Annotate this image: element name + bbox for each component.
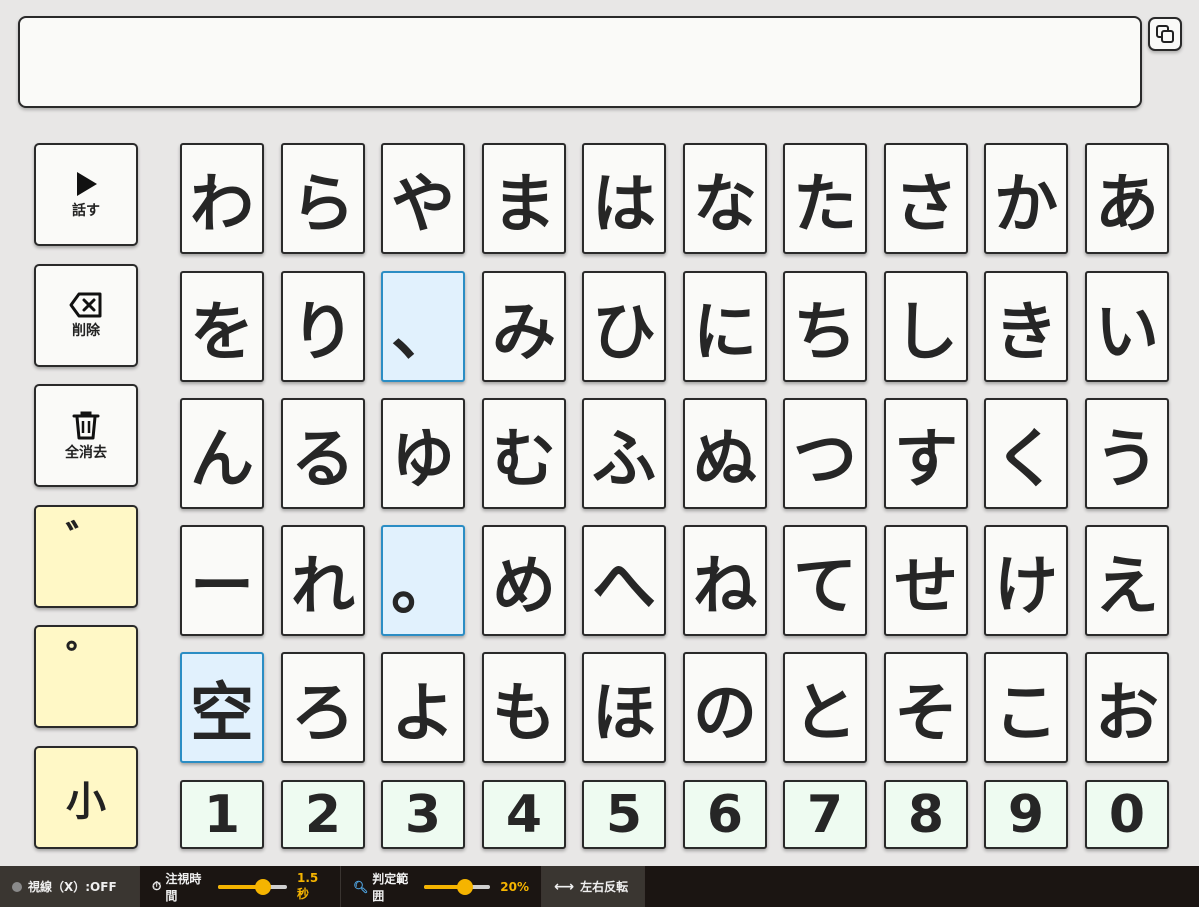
gaze-label: 視線（X）:OFF [28, 880, 117, 894]
flip-arrows-icon: ⟷ [554, 878, 575, 895]
kana-key[interactable]: 。 [381, 525, 465, 636]
kana-key[interactable]: く [984, 398, 1068, 509]
kana-key[interactable]: さ [884, 143, 968, 254]
speak-label: 話す [72, 202, 100, 219]
range-value: 20% [500, 879, 529, 894]
kana-key[interactable]: す [884, 398, 968, 509]
backspace-icon [69, 292, 102, 317]
kana-key[interactable]: り [281, 271, 365, 382]
magnifier-icon: 🔍︎ [353, 879, 369, 894]
kana-key[interactable]: と [783, 652, 867, 763]
number-key[interactable]: 4 [482, 780, 566, 849]
kana-key[interactable]: こ [984, 652, 1068, 763]
handakuten-button[interactable]: ゜ [34, 625, 138, 728]
small-kana-button[interactable]: 小 [34, 746, 138, 849]
dwell-slider-thumb[interactable] [254, 878, 271, 895]
output-text-area[interactable] [18, 16, 1142, 108]
range-label: 判定範囲 [372, 871, 409, 903]
copy-icon [1156, 25, 1174, 43]
kana-key[interactable]: え [1085, 525, 1169, 636]
gaze-status-dot [12, 881, 22, 892]
kana-key[interactable]: し [884, 271, 968, 382]
number-key[interactable]: 8 [884, 780, 968, 849]
kana-key[interactable]: い [1085, 271, 1169, 382]
kana-key[interactable]: る [281, 398, 365, 509]
kana-key[interactable]: ほ [582, 652, 666, 763]
dwell-value: 1.5秒 [297, 871, 319, 901]
dwell-label: 注視時間 [165, 871, 202, 903]
kana-key[interactable]: ね [683, 525, 767, 636]
kana-key[interactable]: せ [884, 525, 968, 636]
kana-key[interactable]: め [482, 525, 566, 636]
kana-key[interactable]: 、 [381, 271, 465, 382]
flip-label: 左右反転 [580, 880, 629, 894]
kana-key[interactable]: や [381, 143, 465, 254]
small-kana-label: 小 [66, 778, 106, 825]
dakuten-button[interactable]: ゛ [34, 505, 138, 608]
dwell-slider[interactable] [218, 878, 288, 895]
kana-key[interactable]: ふ [582, 398, 666, 509]
kana-key[interactable]: け [984, 525, 1068, 636]
kana-key[interactable]: へ [582, 525, 666, 636]
dakuten-label: ゛ [66, 517, 106, 564]
number-key[interactable]: 1 [180, 780, 264, 849]
trash-icon [72, 411, 100, 439]
copy-button[interactable] [1148, 17, 1182, 51]
clear-all-label: 全消去 [65, 444, 107, 461]
kana-key[interactable]: み [482, 271, 566, 382]
number-key[interactable]: 6 [683, 780, 767, 849]
kana-key[interactable]: ろ [281, 652, 365, 763]
kana-key[interactable]: ち [783, 271, 867, 382]
kana-key[interactable]: 空 [180, 652, 264, 763]
flip-button[interactable]: ⟷ 左右反転 [542, 866, 645, 907]
kana-key[interactable]: の [683, 652, 767, 763]
play-icon [77, 171, 97, 196]
kana-key[interactable]: ー [180, 525, 264, 636]
range-control: 🔍︎ 判定範囲 20% [341, 866, 542, 907]
number-key[interactable]: 3 [381, 780, 465, 849]
kana-key[interactable]: そ [884, 652, 968, 763]
kana-key[interactable]: ら [281, 143, 365, 254]
kana-key[interactable]: き [984, 271, 1068, 382]
kana-key[interactable]: ん [180, 398, 264, 509]
status-bar: 視線（X）:OFF ⏱ 注視時間 1.5秒 🔍︎ 判定範囲 20% ⟷ 左右反転 [0, 866, 1199, 907]
number-key[interactable]: 2 [281, 780, 365, 849]
kana-key[interactable]: て [783, 525, 867, 636]
kana-key[interactable]: を [180, 271, 264, 382]
kana-key[interactable]: に [683, 271, 767, 382]
kana-key[interactable]: ぬ [683, 398, 767, 509]
timer-icon: ⏱ [152, 879, 162, 893]
clear-all-button[interactable]: 全消去 [34, 384, 138, 487]
kana-key[interactable]: お [1085, 652, 1169, 763]
kana-key[interactable]: ま [482, 143, 566, 254]
kana-key[interactable]: つ [783, 398, 867, 509]
dwell-time-control: ⏱ 注視時間 1.5秒 [140, 866, 341, 907]
kana-key[interactable]: は [582, 143, 666, 254]
number-key[interactable]: 0 [1085, 780, 1169, 849]
kana-key[interactable]: よ [381, 652, 465, 763]
kana-key[interactable]: む [482, 398, 566, 509]
kana-key[interactable]: う [1085, 398, 1169, 509]
kana-key[interactable]: わ [180, 143, 264, 254]
range-slider-thumb[interactable] [456, 878, 473, 895]
number-key[interactable]: 9 [984, 780, 1068, 849]
kana-key[interactable]: な [683, 143, 767, 254]
kana-key[interactable]: ひ [582, 271, 666, 382]
speak-button[interactable]: 話す [34, 143, 138, 246]
number-key[interactable]: 5 [582, 780, 666, 849]
delete-label: 削除 [72, 322, 100, 339]
delete-button[interactable]: 削除 [34, 264, 138, 367]
kana-key[interactable]: あ [1085, 143, 1169, 254]
number-key[interactable]: 7 [783, 780, 867, 849]
range-slider[interactable] [423, 878, 491, 895]
kana-key[interactable]: れ [281, 525, 365, 636]
kana-key[interactable]: か [984, 143, 1068, 254]
kana-key[interactable]: も [482, 652, 566, 763]
kana-key[interactable]: た [783, 143, 867, 254]
handakuten-label: ゜ [66, 637, 106, 684]
kana-key[interactable]: ゆ [381, 398, 465, 509]
gaze-toggle[interactable]: 視線（X）:OFF [0, 866, 140, 907]
